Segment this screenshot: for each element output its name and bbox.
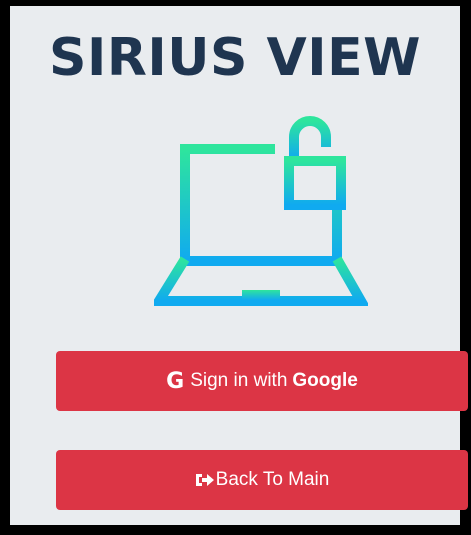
sign-in-label: Sign in with — [190, 370, 288, 391]
sign-in-with-google-button[interactable]: G Sign in with Google — [56, 351, 468, 411]
google-icon: G — [166, 368, 185, 394]
back-to-main-label: Back To Main — [215, 469, 330, 490]
login-panel: SIRIUS VIEW G Sign in with Google Back T… — [10, 6, 468, 525]
back-to-main-button[interactable]: Back To Main — [56, 450, 468, 510]
app-title: SIRIUS VIEW — [49, 28, 421, 88]
sign-out-icon — [195, 472, 215, 488]
google-brand-label: Google — [292, 370, 358, 391]
laptop-lock-logo-icon — [150, 109, 370, 309]
